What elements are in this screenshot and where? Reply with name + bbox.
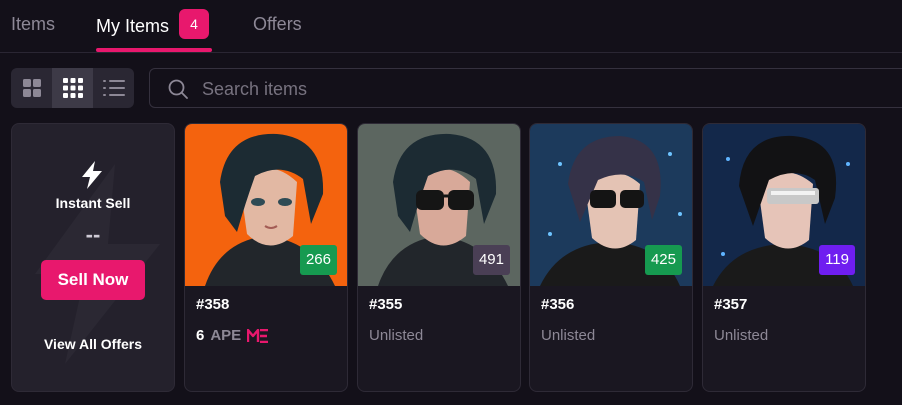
sell-now-button[interactable]: Sell Now [41,260,145,300]
search-icon [168,79,188,99]
search-input[interactable] [200,69,804,109]
nft-name: #358 [196,296,230,313]
nft-card[interactable]: 425 #356 Unlisted [529,123,693,392]
price-value: 6 [196,327,205,344]
nft-name: #355 [369,296,403,313]
instant-sell-value: -- [85,222,101,247]
rank-badge: 119 [819,245,855,275]
nft-card[interactable]: 266 #358 6 APE [184,123,348,392]
nft-card[interactable]: 119 #357 Unlisted [702,123,866,392]
tab-offers[interactable]: Offers [253,14,302,35]
tab-my-items[interactable]: My Items 4 [96,9,210,39]
list-icon [102,80,125,96]
grid-small-icon [62,78,83,98]
tab-bar: Items My Items 4 Offers [0,0,902,53]
nft-price: 6 APE [196,327,269,344]
nft-name: #357 [714,296,748,313]
grid-large-view-button[interactable] [11,68,52,108]
nft-status: Unlisted [369,327,424,344]
nft-card[interactable]: 491 #355 Unlisted [357,123,521,392]
nft-status: Unlisted [714,327,769,344]
instant-sell-title: Instant Sell [55,195,131,211]
nft-status: Unlisted [541,327,596,344]
nft-name: #356 [541,296,575,313]
grid-large-icon [22,79,41,97]
instant-sell-card: Instant Sell -- Sell Now View All Offers [11,123,175,392]
active-tab-indicator [96,48,212,52]
price-currency: APE [210,327,242,344]
view-all-offers-link[interactable]: View All Offers [12,336,174,352]
rank-badge: 266 [299,245,337,275]
rank-badge: 491 [472,245,510,275]
magic-eden-icon [247,328,269,343]
tab-my-items-label: My Items [96,16,170,36]
my-items-count-badge: 4 [179,9,210,39]
view-mode-toggle [11,68,134,108]
list-view-button[interactable] [93,68,134,108]
tab-items[interactable]: Items [11,14,55,35]
lightning-icon [82,161,102,189]
grid-small-view-button[interactable] [52,68,93,108]
rank-badge: 425 [644,245,682,275]
search-box [149,68,902,109]
